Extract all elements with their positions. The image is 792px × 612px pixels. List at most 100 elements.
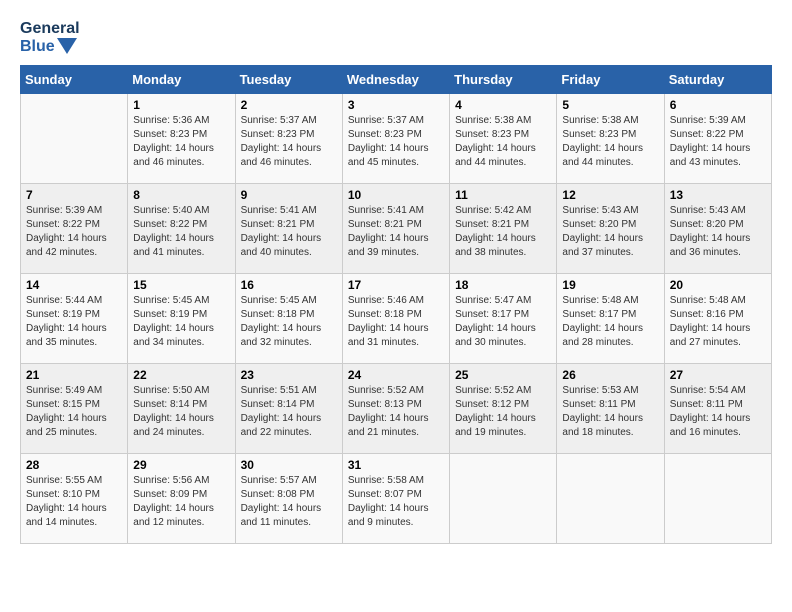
calendar-cell — [450, 454, 557, 544]
day-number: 11 — [455, 188, 551, 202]
day-number: 30 — [241, 458, 337, 472]
logo-general: General — [20, 20, 80, 38]
day-info: Sunrise: 5:54 AM Sunset: 8:11 PM Dayligh… — [670, 384, 766, 440]
calendar-cell: 2Sunrise: 5:37 AM Sunset: 8:23 PM Daylig… — [235, 94, 342, 184]
calendar-week-row: 7 Sunrise: 5:39 AM Sunset: 8:22 PM Daylig… — [21, 184, 772, 274]
calendar-cell: 18 Sunrise: 5:47 AM Sunset: 8:17 PM Dayli… — [450, 274, 557, 364]
day-number: 5 — [562, 98, 658, 112]
calendar-cell: 6Sunrise: 5:39 AM Sunset: 8:22 PM Daylig… — [664, 94, 771, 184]
logo-arrow-icon — [57, 38, 77, 54]
day-info: Sunrise: 5:41 AM Sunset: 8:21 PM Dayligh… — [241, 204, 337, 260]
day-info: Sunrise: 5:47 AM Sunset: 8:17 PM Dayligh… — [455, 294, 551, 350]
calendar-table: SundayMondayTuesdayWednesdayThursdayFrid… — [20, 65, 772, 544]
day-number: 26 — [562, 368, 658, 382]
logo: General Blue — [20, 20, 80, 55]
day-info: Sunrise: 5:39 AM Sunset: 8:22 PM Dayligh… — [670, 114, 766, 170]
day-info: Sunrise: 5:50 AM Sunset: 8:14 PM Dayligh… — [133, 384, 229, 440]
day-number: 16 — [241, 278, 337, 292]
calendar-cell: 21Sunrise: 5:49 AM Sunset: 8:15 PM Dayli… — [21, 364, 128, 454]
day-info: Sunrise: 5:49 AM Sunset: 8:15 PM Dayligh… — [26, 384, 122, 440]
weekday-header: Monday — [128, 66, 235, 94]
day-info: Sunrise: 5:42 AM Sunset: 8:21 PM Dayligh… — [455, 204, 551, 260]
day-info: Sunrise: 5:45 AM Sunset: 8:18 PM Dayligh… — [241, 294, 337, 350]
calendar-cell: 24Sunrise: 5:52 AM Sunset: 8:13 PM Dayli… — [342, 364, 449, 454]
calendar-cell: 8Sunrise: 5:40 AM Sunset: 8:22 PM Daylig… — [128, 184, 235, 274]
day-number: 19 — [562, 278, 658, 292]
calendar-cell: 7 Sunrise: 5:39 AM Sunset: 8:22 PM Daylig… — [21, 184, 128, 274]
day-info: Sunrise: 5:48 AM Sunset: 8:16 PM Dayligh… — [670, 294, 766, 350]
day-number: 20 — [670, 278, 766, 292]
calendar-cell: 1 Sunrise: 5:36 AM Sunset: 8:23 PM Daylig… — [128, 94, 235, 184]
day-number: 3 — [348, 98, 444, 112]
day-info: Sunrise: 5:38 AM Sunset: 8:23 PM Dayligh… — [455, 114, 551, 170]
day-info: Sunrise: 5:46 AM Sunset: 8:18 PM Dayligh… — [348, 294, 444, 350]
calendar-cell: 10 Sunrise: 5:41 AM Sunset: 8:21 PM Dayli… — [342, 184, 449, 274]
day-info: Sunrise: 5:37 AM Sunset: 8:23 PM Dayligh… — [348, 114, 444, 170]
calendar-cell: 28 Sunrise: 5:55 AM Sunset: 8:10 PM Dayli… — [21, 454, 128, 544]
calendar-cell: 15 Sunrise: 5:45 AM Sunset: 8:19 PM Dayli… — [128, 274, 235, 364]
day-number: 23 — [241, 368, 337, 382]
day-info: Sunrise: 5:36 AM Sunset: 8:23 PM Dayligh… — [133, 114, 229, 170]
day-info: Sunrise: 5:53 AM Sunset: 8:11 PM Dayligh… — [562, 384, 658, 440]
calendar-week-row: 28 Sunrise: 5:55 AM Sunset: 8:10 PM Dayli… — [21, 454, 772, 544]
calendar-cell: 30Sunrise: 5:57 AM Sunset: 8:08 PM Dayli… — [235, 454, 342, 544]
logo-text: General Blue — [20, 20, 80, 55]
calendar-cell: 23 Sunrise: 5:51 AM Sunset: 8:14 PM Dayli… — [235, 364, 342, 454]
day-info: Sunrise: 5:48 AM Sunset: 8:17 PM Dayligh… — [562, 294, 658, 350]
day-number: 27 — [670, 368, 766, 382]
day-number: 28 — [26, 458, 122, 472]
day-info: Sunrise: 5:37 AM Sunset: 8:23 PM Dayligh… — [241, 114, 337, 170]
day-number: 18 — [455, 278, 551, 292]
day-number: 7 — [26, 188, 122, 202]
day-info: Sunrise: 5:45 AM Sunset: 8:19 PM Dayligh… — [133, 294, 229, 350]
calendar-cell: 5 Sunrise: 5:38 AM Sunset: 8:23 PM Daylig… — [557, 94, 664, 184]
calendar-cell: 31 Sunrise: 5:58 AM Sunset: 8:07 PM Dayli… — [342, 454, 449, 544]
calendar-cell: 12Sunrise: 5:43 AM Sunset: 8:20 PM Dayli… — [557, 184, 664, 274]
weekday-header: Wednesday — [342, 66, 449, 94]
day-number: 29 — [133, 458, 229, 472]
calendar-cell: 14 Sunrise: 5:44 AM Sunset: 8:19 PM Dayli… — [21, 274, 128, 364]
day-info: Sunrise: 5:55 AM Sunset: 8:10 PM Dayligh… — [26, 474, 122, 530]
calendar-cell: 27 Sunrise: 5:54 AM Sunset: 8:11 PM Dayli… — [664, 364, 771, 454]
calendar-week-row: 14 Sunrise: 5:44 AM Sunset: 8:19 PM Dayli… — [21, 274, 772, 364]
day-info: Sunrise: 5:38 AM Sunset: 8:23 PM Dayligh… — [562, 114, 658, 170]
day-info: Sunrise: 5:56 AM Sunset: 8:09 PM Dayligh… — [133, 474, 229, 530]
day-number: 31 — [348, 458, 444, 472]
day-info: Sunrise: 5:58 AM Sunset: 8:07 PM Dayligh… — [348, 474, 444, 530]
calendar-cell: 20 Sunrise: 5:48 AM Sunset: 8:16 PM Dayli… — [664, 274, 771, 364]
calendar-cell — [664, 454, 771, 544]
logo-blue: Blue — [20, 38, 55, 56]
day-number: 15 — [133, 278, 229, 292]
day-number: 4 — [455, 98, 551, 112]
day-number: 17 — [348, 278, 444, 292]
day-info: Sunrise: 5:39 AM Sunset: 8:22 PM Dayligh… — [26, 204, 122, 260]
calendar-week-row: 21Sunrise: 5:49 AM Sunset: 8:15 PM Dayli… — [21, 364, 772, 454]
day-info: Sunrise: 5:51 AM Sunset: 8:14 PM Dayligh… — [241, 384, 337, 440]
weekday-header: Tuesday — [235, 66, 342, 94]
calendar-cell — [21, 94, 128, 184]
day-info: Sunrise: 5:52 AM Sunset: 8:12 PM Dayligh… — [455, 384, 551, 440]
day-info: Sunrise: 5:41 AM Sunset: 8:21 PM Dayligh… — [348, 204, 444, 260]
calendar-cell: 25 Sunrise: 5:52 AM Sunset: 8:12 PM Dayli… — [450, 364, 557, 454]
weekday-header: Sunday — [21, 66, 128, 94]
day-number: 9 — [241, 188, 337, 202]
calendar-cell: 22 Sunrise: 5:50 AM Sunset: 8:14 PM Dayli… — [128, 364, 235, 454]
weekday-header: Saturday — [664, 66, 771, 94]
calendar-cell: 13Sunrise: 5:43 AM Sunset: 8:20 PM Dayli… — [664, 184, 771, 274]
page-header: General Blue — [20, 20, 772, 55]
day-info: Sunrise: 5:43 AM Sunset: 8:20 PM Dayligh… — [670, 204, 766, 260]
calendar-cell: 17 Sunrise: 5:46 AM Sunset: 8:18 PM Dayli… — [342, 274, 449, 364]
day-number: 1 — [133, 98, 229, 112]
calendar-cell: 11 Sunrise: 5:42 AM Sunset: 8:21 PM Dayli… — [450, 184, 557, 274]
weekday-header-row: SundayMondayTuesdayWednesdayThursdayFrid… — [21, 66, 772, 94]
day-number: 25 — [455, 368, 551, 382]
calendar-cell: 16 Sunrise: 5:45 AM Sunset: 8:18 PM Dayli… — [235, 274, 342, 364]
calendar-cell: 4 Sunrise: 5:38 AM Sunset: 8:23 PM Daylig… — [450, 94, 557, 184]
calendar-cell: 3 Sunrise: 5:37 AM Sunset: 8:23 PM Daylig… — [342, 94, 449, 184]
day-number: 22 — [133, 368, 229, 382]
day-info: Sunrise: 5:44 AM Sunset: 8:19 PM Dayligh… — [26, 294, 122, 350]
day-number: 10 — [348, 188, 444, 202]
day-number: 24 — [348, 368, 444, 382]
day-number: 12 — [562, 188, 658, 202]
day-number: 14 — [26, 278, 122, 292]
